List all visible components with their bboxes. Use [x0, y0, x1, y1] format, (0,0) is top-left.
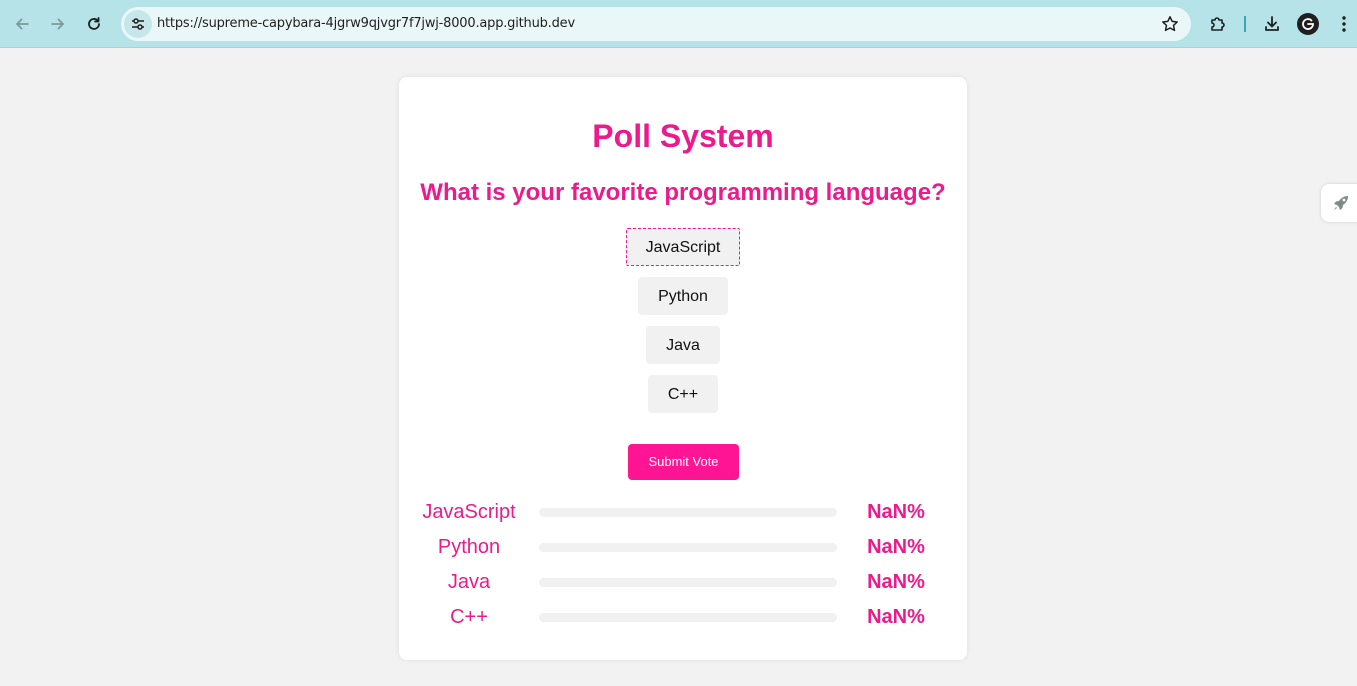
- result-row: C++ NaN%: [399, 602, 967, 632]
- result-label: JavaScript: [422, 501, 516, 523]
- result-percent: NaN%: [867, 536, 925, 558]
- page-title: Poll System: [592, 118, 774, 154]
- reload-button[interactable]: [80, 10, 108, 38]
- rocket-icon: [1334, 196, 1348, 210]
- forward-button[interactable]: [44, 10, 72, 38]
- toolbar-divider: [1244, 16, 1246, 32]
- poll-card: Poll System What is your favorite progra…: [399, 77, 967, 660]
- profile-logo-icon: [1302, 18, 1314, 30]
- back-button[interactable]: [8, 10, 36, 38]
- result-row: Python NaN%: [399, 532, 967, 562]
- bookmark-button[interactable]: [1161, 15, 1179, 38]
- result-progress-bar: [539, 543, 837, 552]
- extensions-button[interactable]: [1204, 10, 1232, 38]
- result-percent: NaN%: [867, 606, 925, 628]
- arrow-left-icon: [16, 18, 29, 30]
- result-label: Python: [437, 536, 501, 558]
- option-cpp-button[interactable]: C++: [647, 375, 719, 413]
- arrow-right-icon: [51, 18, 64, 30]
- result-progress-bar: [539, 578, 837, 587]
- result-percent: NaN%: [867, 501, 925, 523]
- address-bar[interactable]: https://supreme-capybara-4jgrw9qjvgr7f7j…: [121, 7, 1191, 41]
- result-progress-bar: [539, 613, 837, 622]
- star-icon: [1162, 16, 1178, 32]
- poll-options: JavaScript Python Java C++: [399, 228, 967, 424]
- side-panel-tab[interactable]: [1321, 184, 1357, 222]
- result-percent: NaN%: [867, 571, 925, 593]
- result-row: Java NaN%: [399, 567, 967, 597]
- browser-toolbar: https://supreme-capybara-4jgrw9qjvgr7f7j…: [0, 0, 1357, 48]
- avatar[interactable]: [1297, 13, 1319, 35]
- puzzle-icon: [1211, 17, 1225, 31]
- option-python-button[interactable]: Python: [638, 277, 728, 315]
- result-label: C++: [450, 606, 488, 628]
- menu-button[interactable]: [1330, 10, 1357, 38]
- reload-icon: [88, 17, 100, 30]
- result-label: Java: [447, 571, 491, 593]
- downloads-button[interactable]: [1258, 10, 1286, 38]
- option-java-button[interactable]: Java: [646, 326, 720, 364]
- site-info-button[interactable]: [124, 10, 152, 38]
- option-javascript-button[interactable]: JavaScript: [625, 228, 741, 266]
- kebab-menu-icon: [1342, 16, 1346, 32]
- submit-vote-button[interactable]: Submit Vote: [628, 444, 739, 480]
- url-text[interactable]: https://supreme-capybara-4jgrw9qjvgr7f7j…: [157, 16, 575, 31]
- poll-question: What is your favorite programming langua…: [420, 179, 946, 206]
- download-icon: [1265, 16, 1279, 31]
- tune-icon: [132, 18, 144, 30]
- result-progress-bar: [539, 508, 837, 517]
- result-row: JavaScript NaN%: [399, 497, 967, 527]
